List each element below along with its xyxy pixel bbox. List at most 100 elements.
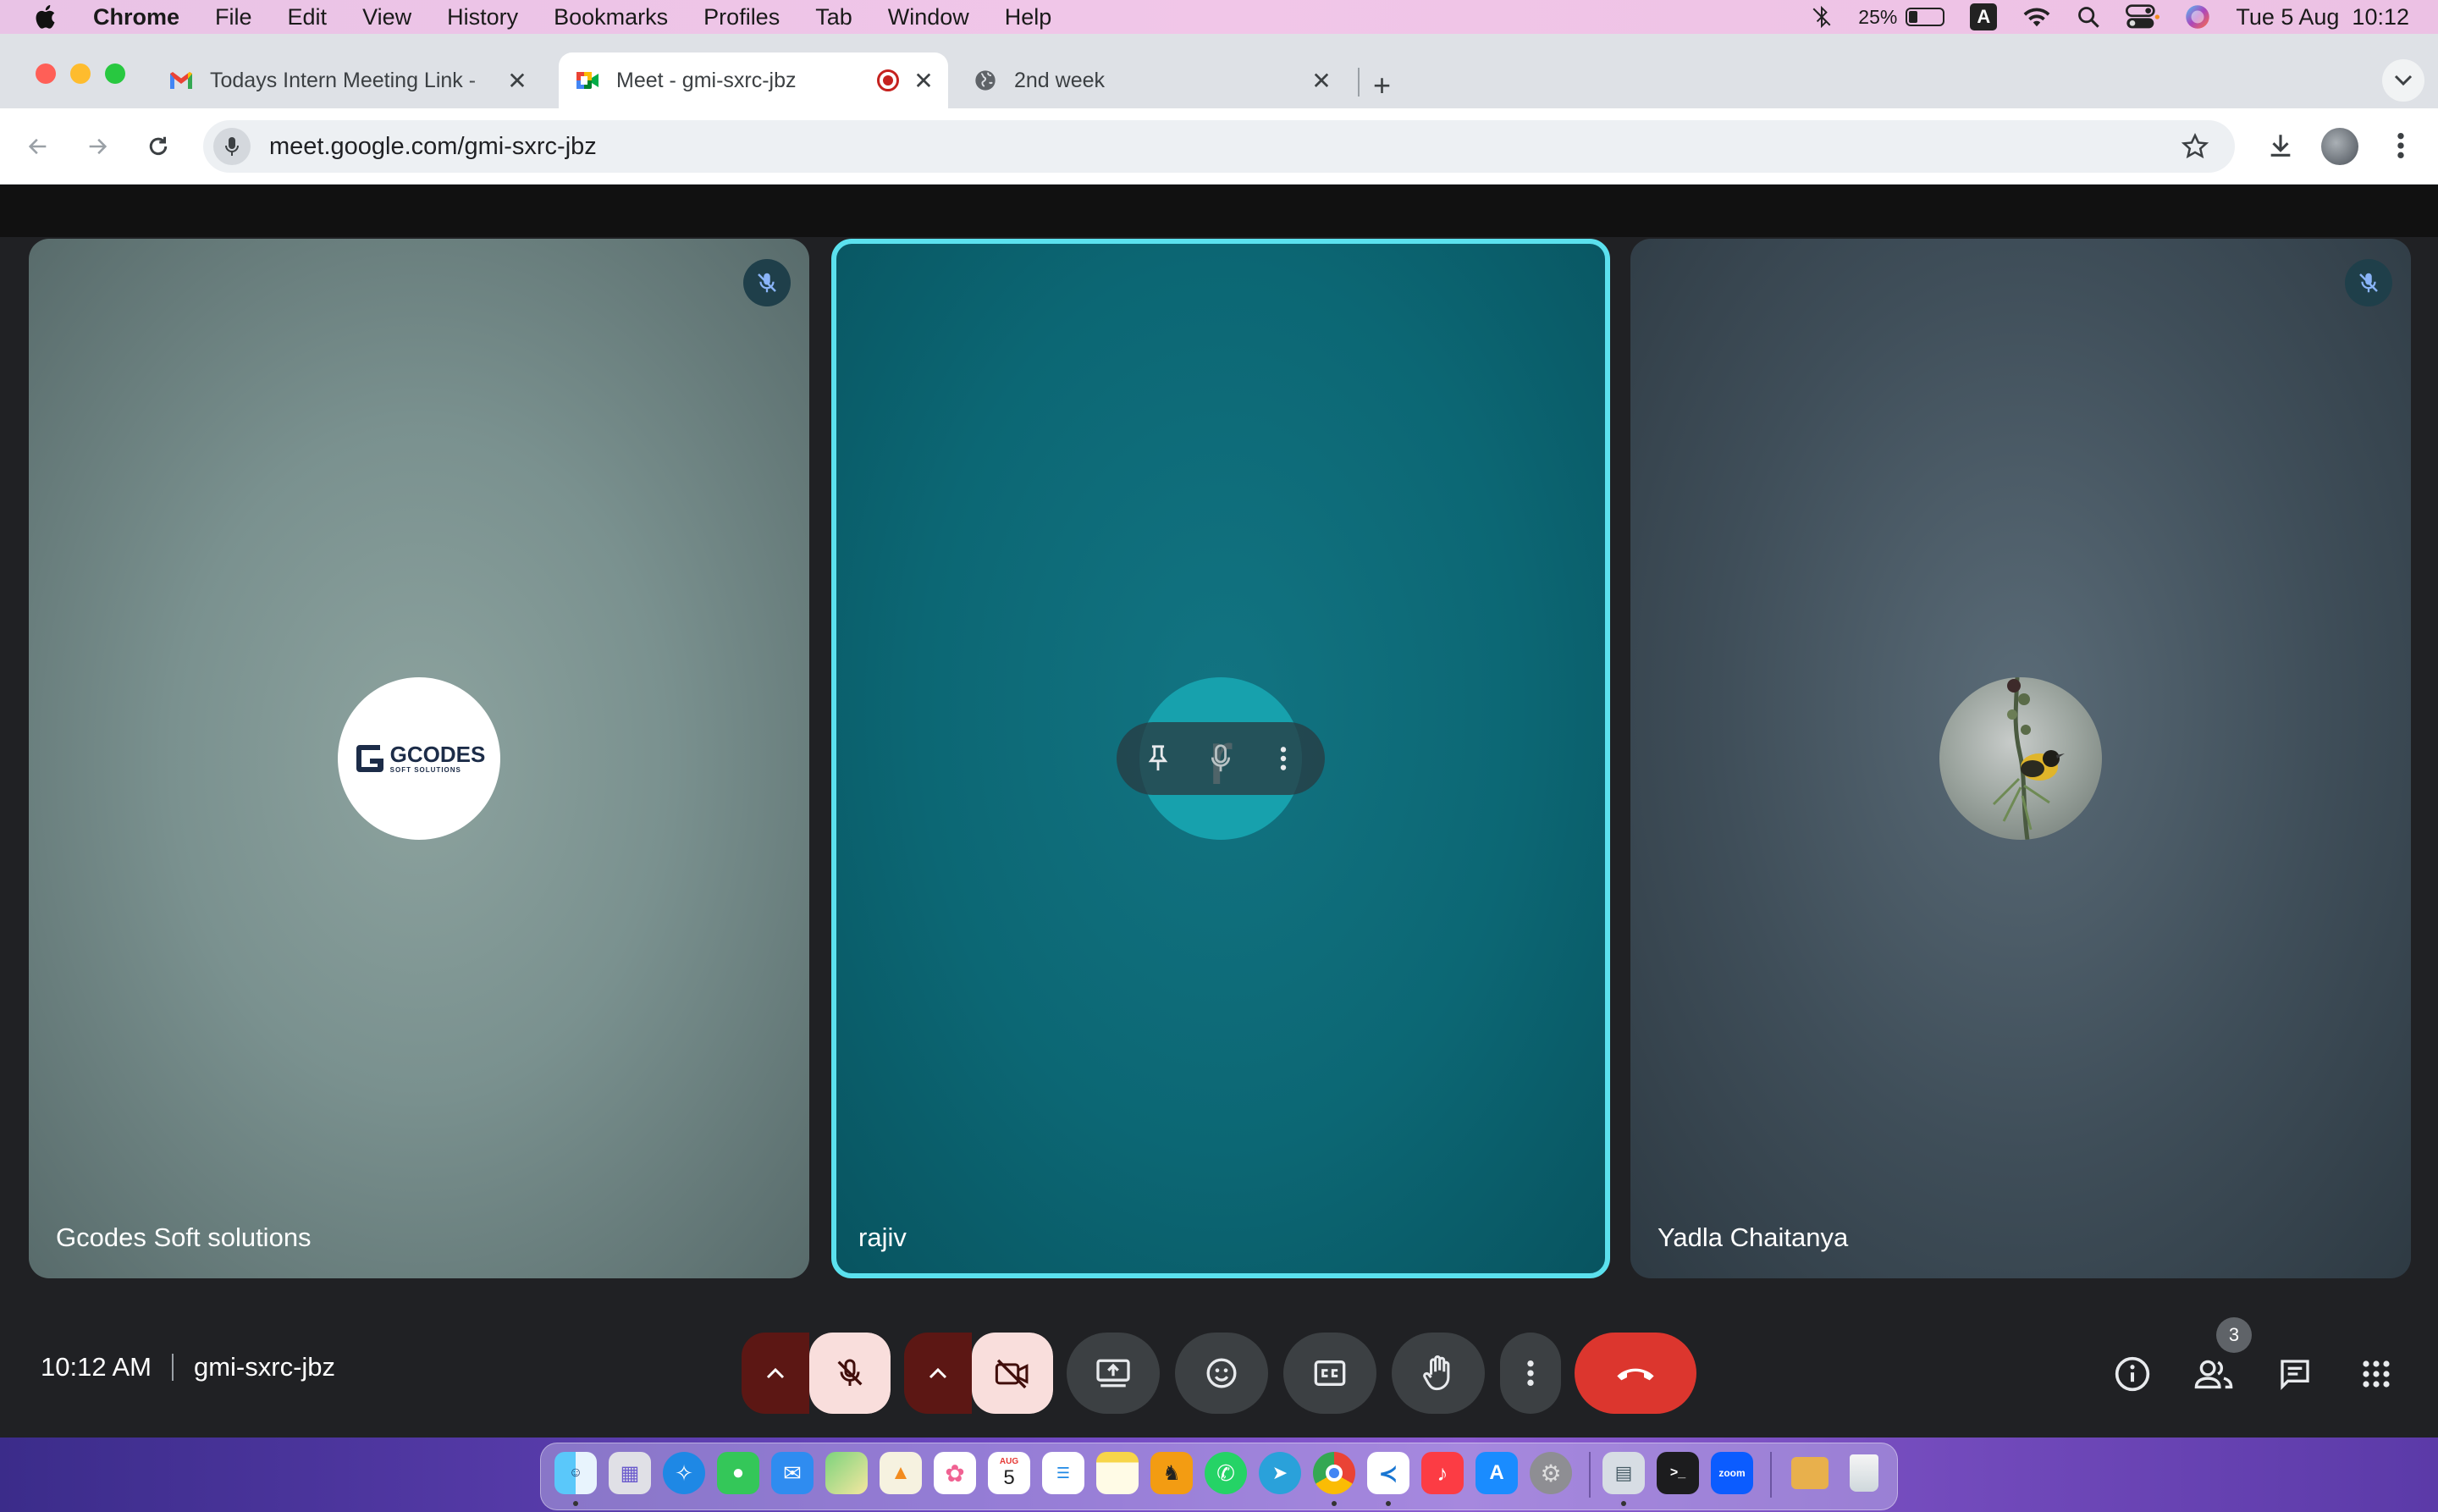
vlc-icon[interactable]: ▲ bbox=[880, 1452, 922, 1494]
music-icon[interactable]: ♪ bbox=[1421, 1452, 1464, 1494]
menu-window[interactable]: Window bbox=[888, 4, 969, 30]
vscode-icon[interactable]: ≺ bbox=[1367, 1452, 1409, 1494]
control-center-icon[interactable] bbox=[2126, 4, 2160, 30]
dock-divider bbox=[1770, 1452, 1772, 1498]
bookmark-star-icon[interactable] bbox=[2181, 132, 2209, 161]
address-bar[interactable]: meet.google.com/gmi-sxrc-jbz bbox=[203, 120, 2235, 173]
tab-meet[interactable]: Meet - gmi-sxrc-jbz ✕ bbox=[559, 52, 948, 108]
site-info-button[interactable] bbox=[213, 128, 251, 165]
menu-profiles[interactable]: Profiles bbox=[703, 4, 780, 30]
microphone-icon bbox=[225, 137, 239, 156]
chat-button[interactable] bbox=[2272, 1351, 2318, 1397]
photos-icon[interactable]: ✿ bbox=[934, 1452, 976, 1494]
leave-call-button[interactable] bbox=[1575, 1333, 1696, 1414]
clock[interactable]: Tue 5 Aug 10:12 bbox=[2236, 4, 2409, 30]
menu-file[interactable]: File bbox=[215, 4, 252, 30]
toggle-camera-button[interactable] bbox=[972, 1333, 1053, 1414]
browser-toolbar: meet.google.com/gmi-sxrc-jbz bbox=[0, 108, 2438, 185]
people-button[interactable] bbox=[2191, 1351, 2237, 1397]
calendar-icon[interactable]: AUG 5 bbox=[988, 1452, 1030, 1494]
zoom-label: zoom bbox=[1718, 1467, 1746, 1479]
pin-button[interactable] bbox=[1137, 737, 1179, 780]
close-tab-icon[interactable]: ✕ bbox=[505, 68, 530, 94]
more-options-button[interactable] bbox=[1500, 1333, 1561, 1414]
window-controls bbox=[36, 63, 125, 84]
close-window-button[interactable] bbox=[36, 63, 56, 84]
tile-hover-actions bbox=[1117, 722, 1325, 795]
apps-grid-icon bbox=[2363, 1360, 2390, 1388]
whatsapp-icon[interactable]: ✆ bbox=[1205, 1452, 1247, 1494]
more-vert-icon bbox=[2397, 132, 2404, 159]
zoom-icon[interactable]: zoom bbox=[1711, 1452, 1753, 1494]
audio-settings-button[interactable] bbox=[742, 1333, 809, 1414]
finder-icon[interactable]: ☺ bbox=[554, 1452, 597, 1494]
menu-history[interactable]: History bbox=[447, 4, 518, 30]
close-tab-icon[interactable]: ✕ bbox=[1309, 68, 1334, 94]
new-tab-button[interactable]: + bbox=[1373, 68, 1391, 103]
menu-view[interactable]: View bbox=[362, 4, 411, 30]
downloads-button[interactable] bbox=[2262, 127, 2299, 164]
toggle-microphone-button[interactable] bbox=[809, 1333, 891, 1414]
activities-button[interactable] bbox=[2353, 1351, 2399, 1397]
terminal-icon[interactable]: >_ bbox=[1657, 1452, 1699, 1494]
apple-icon[interactable] bbox=[32, 3, 61, 31]
siri-icon[interactable] bbox=[2185, 4, 2210, 30]
meeting-details-button[interactable] bbox=[2110, 1351, 2155, 1397]
archive-folder-icon[interactable] bbox=[1789, 1452, 1831, 1494]
captions-button[interactable] bbox=[1283, 1333, 1376, 1414]
more-vert-icon bbox=[1280, 747, 1287, 770]
zoom-window-button[interactable] bbox=[105, 63, 125, 84]
battery-status[interactable]: 25% bbox=[1858, 6, 1945, 29]
tab-search-button[interactable] bbox=[2382, 59, 2424, 102]
participant-options-button[interactable] bbox=[1262, 737, 1304, 780]
tab-2nd-week[interactable]: 2nd week ✕ bbox=[957, 52, 1346, 108]
raise-hand-button[interactable] bbox=[1392, 1333, 1485, 1414]
mic-off-icon bbox=[758, 273, 776, 293]
meeting-info: 10:12 AM gmi-sxrc-jbz bbox=[41, 1352, 335, 1382]
reminders-icon[interactable]: ☰ bbox=[1042, 1452, 1084, 1494]
swiftui-app-icon[interactable]: ♞ bbox=[1150, 1452, 1193, 1494]
participant-tile-active-speaker[interactable]: r rajiv bbox=[831, 239, 1610, 1278]
mail-icon[interactable]: ✉ bbox=[771, 1452, 814, 1494]
forward-button[interactable] bbox=[80, 129, 115, 164]
participant-tile[interactable]: GCODES SOFT SOLUTIONS Gcodes Soft soluti… bbox=[29, 239, 809, 1278]
system-settings-icon[interactable]: ⚙ bbox=[1530, 1452, 1572, 1494]
preview-icon[interactable]: ▤ bbox=[1602, 1452, 1645, 1494]
notes-icon[interactable] bbox=[1096, 1452, 1139, 1494]
app-store-icon[interactable]: A bbox=[1475, 1452, 1518, 1494]
menu-app-name[interactable]: Chrome bbox=[93, 4, 179, 30]
messages-icon[interactable]: ● bbox=[717, 1452, 759, 1494]
chrome-icon[interactable] bbox=[1313, 1452, 1355, 1494]
menu-bookmarks[interactable]: Bookmarks bbox=[554, 4, 668, 30]
present-screen-button[interactable] bbox=[1067, 1333, 1160, 1414]
safari-icon[interactable]: ✧ bbox=[663, 1452, 705, 1494]
tab-divider bbox=[1358, 68, 1360, 97]
menu-edit[interactable]: Edit bbox=[288, 4, 328, 30]
chrome-menu-button[interactable] bbox=[2384, 127, 2418, 164]
emoji-icon bbox=[1206, 1358, 1237, 1388]
menu-bar: Chrome File Edit View History Bookmarks … bbox=[0, 0, 2438, 34]
gcodes-logo-subtext: SOFT SOLUTIONS bbox=[389, 766, 461, 774]
send-reaction-button[interactable] bbox=[1175, 1333, 1268, 1414]
bluetooth-icon[interactable] bbox=[1811, 5, 1833, 29]
spotlight-search-icon[interactable] bbox=[2077, 5, 2100, 29]
profile-avatar[interactable] bbox=[2321, 128, 2358, 165]
calendar-day: 5 bbox=[1003, 1465, 1015, 1489]
mute-participant-button[interactable] bbox=[1200, 737, 1242, 780]
launchpad-icon[interactable]: ▦ bbox=[609, 1452, 651, 1494]
close-tab-icon[interactable]: ✕ bbox=[911, 68, 936, 94]
trash-icon[interactable] bbox=[1843, 1452, 1885, 1494]
menu-tab[interactable]: Tab bbox=[815, 4, 852, 30]
input-source-icon[interactable]: A bbox=[1970, 3, 1998, 30]
maps-icon[interactable] bbox=[825, 1452, 868, 1494]
menu-help[interactable]: Help bbox=[1005, 4, 1052, 30]
tab-gmail[interactable]: Todays Intern Meeting Link - ✕ bbox=[152, 52, 542, 108]
minimize-window-button[interactable] bbox=[70, 63, 91, 84]
chevron-up-icon bbox=[929, 1367, 947, 1379]
telegram-icon[interactable]: ➤ bbox=[1259, 1452, 1301, 1494]
back-button[interactable] bbox=[20, 129, 56, 164]
participant-tile[interactable]: Yadla Chaitanya bbox=[1630, 239, 2411, 1278]
video-settings-button[interactable] bbox=[904, 1333, 972, 1414]
wifi-icon[interactable] bbox=[2022, 5, 2051, 29]
reload-button[interactable] bbox=[141, 129, 176, 164]
